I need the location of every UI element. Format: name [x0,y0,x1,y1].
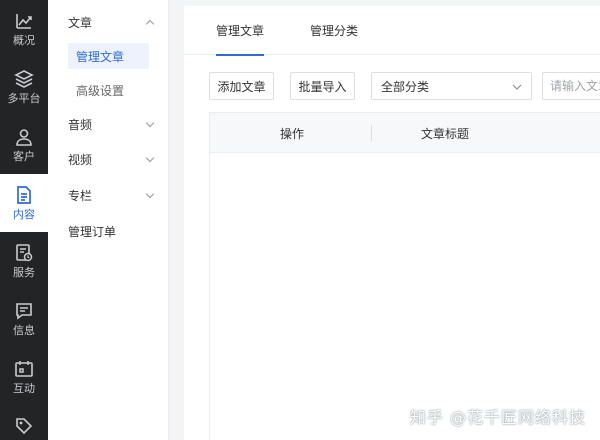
search-input[interactable] [542,72,600,100]
watermark: 知乎 @花千匠网络科技 [409,408,586,427]
trend-chart-icon [16,14,32,29]
menu-item-advanced-settings[interactable]: 高级设置 [68,77,149,103]
main-panel: 管理文章 管理分类 添加文章 批量导入 全部分类 操作 文章标题 [184,6,600,440]
chevron-down-icon [512,84,522,90]
menu-group-video[interactable]: 视频 [48,148,169,170]
rail-item-label: 多平台 [7,92,41,105]
user-icon [16,129,32,146]
menu-group-label: 文章 [68,15,93,30]
column-header-actions: 操作 [280,113,304,153]
tab-label: 管理分类 [310,24,359,38]
tag-icon [16,418,33,435]
rail-item-multiplatform[interactable]: 多平台 [0,58,48,116]
select-value: 全部分类 [381,79,430,94]
message-icon [16,303,32,320]
rail-item-label: 互动 [13,382,35,395]
rail-item-label: 内容 [13,208,35,221]
chevron-down-icon [145,153,155,163]
menu-group-label: 专栏 [68,188,93,203]
primary-nav-rail: 概况 多平台 客户 内容 服务 信息 互动 [0,0,48,440]
rail-item-tags[interactable] [0,406,48,440]
chevron-down-icon [145,189,155,199]
rail-item-label: 概况 [13,34,35,47]
rail-item-service[interactable]: 服务 [0,232,48,290]
chevron-up-icon [145,19,155,29]
rail-item-content[interactable]: 内容 [0,174,48,232]
menu-item-label: 高级设置 [76,83,125,98]
column-divider [371,125,372,141]
menu-group-label: 视频 [68,152,93,167]
column-header-label: 文章标题 [421,126,470,141]
rail-item-overview[interactable]: 概况 [0,0,48,58]
menu-item-manage-orders[interactable]: 管理订单 [48,220,169,242]
column-header-title: 文章标题 [421,113,469,153]
rail-item-label: 服务 [13,266,35,279]
menu-item-label: 管理订单 [68,224,117,239]
interaction-icon [15,361,33,377]
article-table: 操作 文章标题 [209,112,600,440]
tab-bar: 管理文章 管理分类 [184,6,600,56]
menu-item-label: 管理文章 [76,49,125,64]
menu-item-manage-article[interactable]: 管理文章 [68,43,149,69]
table-header: 操作 文章标题 [210,112,600,153]
column-header-label: 操作 [280,126,305,141]
tab-manage-article[interactable]: 管理文章 [216,6,265,56]
batch-import-button[interactable]: 批量导入 [290,72,355,100]
rail-item-messages[interactable]: 信息 [0,290,48,348]
chevron-down-icon [145,118,155,128]
service-icon [16,244,33,262]
document-icon [17,186,31,204]
rail-item-label: 信息 [13,324,35,337]
menu-group-article[interactable]: 文章 [48,11,169,33]
button-label: 批量导入 [298,79,347,94]
category-select[interactable]: 全部分类 [371,72,532,100]
add-article-button[interactable]: 添加文章 [209,72,274,100]
secondary-menu: 文章 管理文章 高级设置 音频 视频 专栏 管理订单 [48,0,169,440]
layers-icon [14,70,34,88]
menu-group-audio[interactable]: 音频 [48,113,169,135]
rail-item-customers[interactable]: 客户 [0,116,48,174]
tab-manage-category[interactable]: 管理分类 [310,6,358,55]
menu-group-column[interactable]: 专栏 [48,184,169,206]
rail-item-label: 客户 [13,150,35,163]
menu-group-label: 音频 [68,117,93,132]
rail-item-interaction[interactable]: 互动 [0,348,48,406]
button-label: 添加文章 [217,79,266,94]
tab-label: 管理文章 [216,24,265,38]
